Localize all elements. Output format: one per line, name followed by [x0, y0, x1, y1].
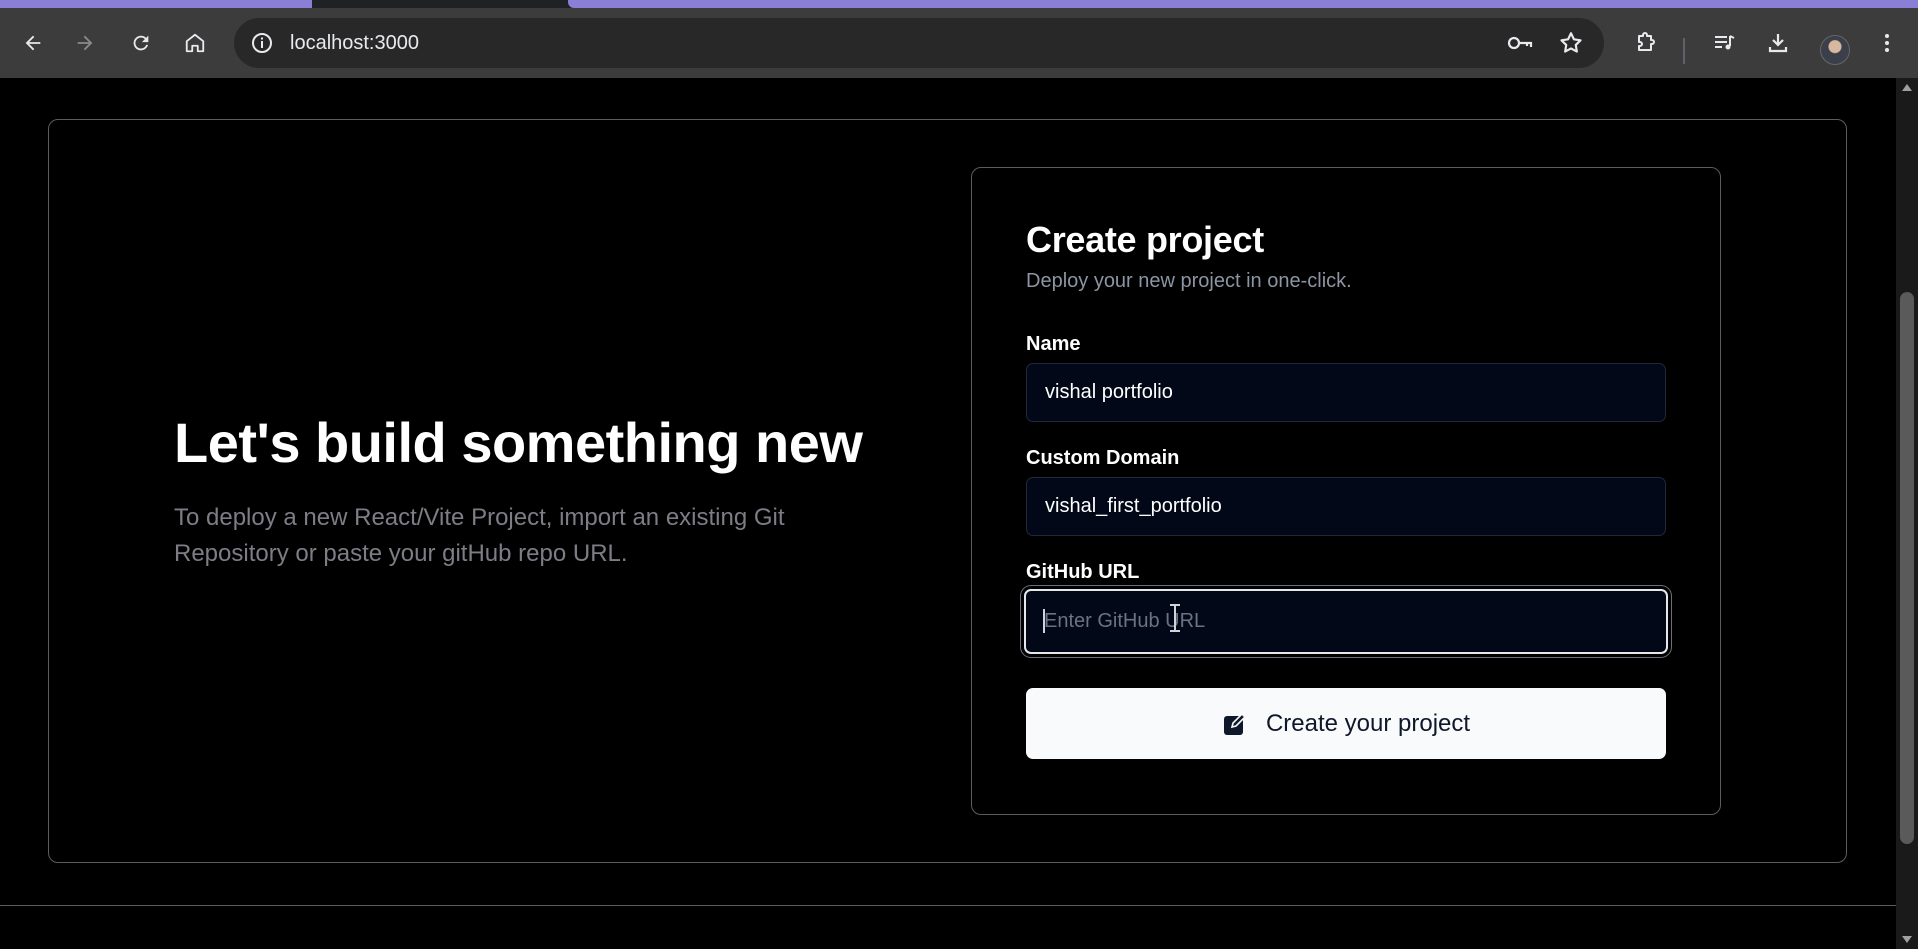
extensions-icon [1638, 32, 1655, 51]
form-title: Create project [1026, 219, 1264, 260]
scroll-up-arrow-icon[interactable] [1902, 84, 1912, 91]
media-controls-icon [1715, 35, 1735, 50]
footer-divider [0, 905, 1896, 906]
download-button[interactable] [1757, 22, 1799, 64]
site-info-icon[interactable] [250, 31, 274, 55]
reload-icon [133, 35, 149, 51]
name-input[interactable] [1026, 363, 1666, 422]
url-text[interactable]: localhost:3000 [290, 32, 419, 55]
page-scrollbar[interactable] [1896, 78, 1918, 949]
ibeam-cursor-icon [1170, 604, 1180, 632]
download-icon [1768, 34, 1788, 53]
back-arrow-icon [25, 35, 41, 51]
hero-title: Let's build something new [174, 411, 863, 474]
custom-domain-label: Custom Domain [1026, 447, 1180, 469]
home-button[interactable] [174, 22, 216, 64]
tab-strip [0, 0, 1918, 8]
github-url-input[interactable] [1024, 589, 1668, 654]
create-project-button[interactable]: Create your project [1026, 688, 1666, 759]
scroll-down-arrow-icon[interactable] [1902, 936, 1912, 943]
bookmark-star-icon[interactable] [1558, 30, 1584, 56]
forward-arrow-icon [77, 35, 93, 51]
text-caret [1043, 609, 1045, 633]
name-label: Name [1026, 333, 1081, 355]
form-subtitle: Deploy your new project in one-click. [1026, 270, 1352, 292]
tab-strip-left [0, 0, 312, 8]
reload-button[interactable] [120, 22, 162, 64]
extensions-button[interactable] [1625, 22, 1667, 64]
scrollbar-thumb[interactable] [1900, 292, 1914, 844]
edit-square-icon [1223, 712, 1247, 735]
tab-strip-right [568, 0, 1918, 8]
browser-toolbar: localhost:3000 [0, 8, 1918, 78]
back-button[interactable] [12, 22, 54, 64]
more-menu-button[interactable] [1866, 22, 1908, 64]
create-project-button-label: Create your project [1265, 709, 1471, 737]
custom-domain-input[interactable] [1026, 477, 1666, 536]
home-icon [185, 33, 205, 53]
password-key-icon[interactable] [1506, 31, 1534, 55]
address-bar[interactable]: localhost:3000 [234, 18, 1604, 68]
media-controls-button[interactable] [1703, 22, 1745, 64]
forward-button[interactable] [64, 22, 106, 64]
profile-avatar[interactable] [1820, 35, 1850, 65]
toolbar-separator [1683, 38, 1685, 64]
more-menu-icon [1885, 34, 1889, 52]
hero-description: To deploy a new React/Vite Project, impo… [174, 504, 785, 567]
github-url-label: GitHub URL [1026, 561, 1140, 583]
